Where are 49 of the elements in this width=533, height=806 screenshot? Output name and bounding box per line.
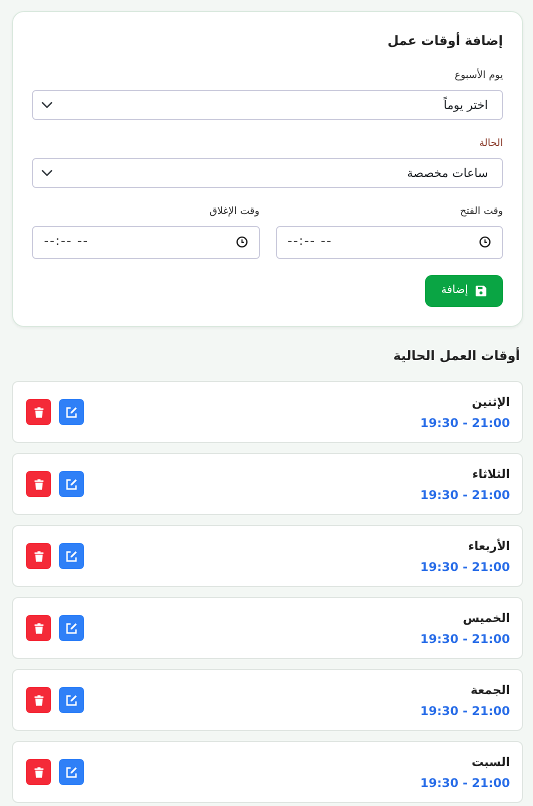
- trash-icon: [32, 766, 44, 778]
- field-label: وقت الإغلاق: [208, 204, 260, 218]
- edit-icon: [65, 478, 78, 490]
- hours-text: 19:30 - 21:00: [420, 774, 510, 792]
- save-icon: [475, 284, 487, 296]
- time-field[interactable]: --:-- --: [32, 226, 260, 258]
- edit-icon: [65, 550, 78, 562]
- field-label: الحالة: [478, 136, 503, 150]
- trash-icon: [32, 478, 44, 490]
- edit-icon: [65, 766, 78, 778]
- edit-button[interactable]: [59, 687, 84, 713]
- delete-button[interactable]: [26, 399, 51, 425]
- status-select[interactable]: ساعات مخصصة: [32, 158, 503, 188]
- form-title: إضافة أوقات عمل: [386, 32, 503, 51]
- day-select[interactable]: اختر يوماً: [32, 90, 503, 120]
- day-name: الثلاثاء: [471, 466, 510, 482]
- field-label: يوم الأسبوع: [454, 68, 503, 82]
- delete-button[interactable]: [26, 471, 51, 497]
- field-label: وقت الفتح: [459, 204, 503, 218]
- trash-icon: [32, 622, 44, 634]
- hours-text: 19:30 - 21:00: [420, 486, 510, 504]
- hours-text: 19:30 - 21:00: [420, 702, 510, 720]
- edit-button[interactable]: [59, 399, 84, 425]
- edit-button[interactable]: [59, 543, 84, 569]
- day-name: الأربعاء: [467, 538, 510, 554]
- day-name: الإثنين: [470, 394, 510, 410]
- delete-button[interactable]: [26, 543, 51, 569]
- edit-icon: [65, 694, 78, 706]
- edit-icon: [65, 406, 78, 418]
- time-field[interactable]: --:-- --: [276, 226, 503, 258]
- hours-text: 19:30 - 21:00: [420, 558, 510, 576]
- clock-icon: [479, 236, 491, 248]
- delete-button[interactable]: [26, 759, 51, 785]
- delete-button[interactable]: [26, 615, 51, 641]
- edit-button[interactable]: [59, 615, 84, 641]
- trash-icon: [32, 550, 44, 562]
- day-name: الجمعة: [470, 682, 510, 698]
- section-title: أوقات العمل الحالية: [392, 346, 520, 366]
- clock-icon: [236, 236, 248, 248]
- edit-icon: [65, 622, 78, 634]
- hours-text: 19:30 - 21:00: [420, 414, 510, 432]
- delete-button[interactable]: [26, 687, 51, 713]
- hours-text: 19:30 - 21:00: [420, 630, 510, 648]
- day-name: الخميس: [462, 610, 510, 626]
- trash-icon: [32, 694, 44, 706]
- trash-icon: [32, 406, 44, 418]
- edit-button[interactable]: [59, 759, 84, 785]
- edit-button[interactable]: [59, 471, 84, 497]
- day-name: السبت: [470, 754, 510, 770]
